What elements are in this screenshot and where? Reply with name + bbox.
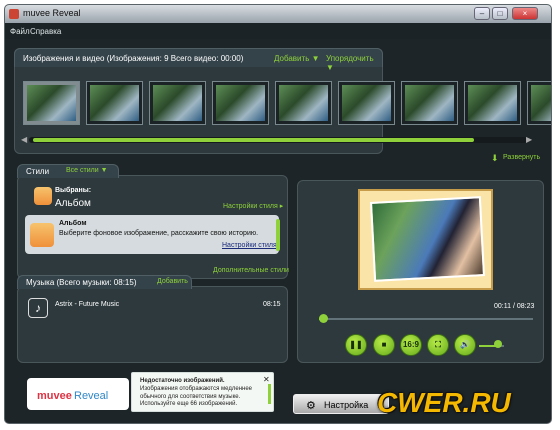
preview-frame	[358, 189, 493, 290]
album-title: Альбом	[59, 220, 87, 227]
thumbnail-image	[342, 85, 391, 121]
media-scrollbar[interactable]	[29, 137, 527, 143]
selected-style-icon	[34, 187, 52, 205]
media-thumbnail[interactable]	[212, 81, 269, 125]
music-title: Музыка (Всего музыки: 08:15)	[26, 278, 137, 287]
window-title: muvee Reveal	[23, 8, 81, 18]
menu-file[interactable]: Файл	[10, 27, 30, 36]
media-thumbnail[interactable]	[338, 81, 395, 125]
all-styles-dropdown[interactable]: Все стили ▼	[66, 167, 108, 174]
music-panel	[17, 286, 288, 363]
notice-text: Изображения отображаются медленнее обычн…	[140, 386, 252, 407]
logo-muvee: muvee	[37, 390, 72, 402]
media-thumbnail[interactable]	[527, 81, 551, 125]
thumbnail-image	[405, 85, 454, 121]
volume-icon[interactable]: 🔊	[454, 334, 476, 356]
notice-title: Недостаточно изображений.	[140, 378, 225, 384]
settings-icon: ⚙	[306, 400, 316, 412]
menu-bar: Файл Справка	[5, 23, 551, 39]
media-header: Изображения и видео (Изображения: 9 Всег…	[14, 48, 383, 72]
titlebar: muvee Reveal – □ ×	[5, 5, 551, 23]
album-desc: Выберите фоновое изображение, расскажите…	[59, 230, 259, 237]
pause-icon[interactable]: ❚❚	[345, 334, 367, 356]
maximize-icon[interactable]: □	[492, 7, 508, 20]
selected-style-name: Альбом	[55, 198, 91, 209]
media-thumbnail[interactable]	[275, 81, 332, 125]
notice-scrollbar[interactable]	[268, 384, 271, 404]
album-style-icon	[30, 223, 54, 247]
aspect-ratio-button[interactable]: 16:9	[400, 334, 422, 356]
preview-time: 00:11 / 08:23	[494, 303, 535, 310]
logo-reveal: Reveal	[74, 390, 109, 402]
expand-icon[interactable]: ⬇	[491, 153, 499, 164]
watermark: CWER.RU	[377, 387, 511, 418]
music-header: Музыка (Всего музыки: 08:15) Добавить	[17, 275, 192, 289]
thumbnail-image	[153, 85, 202, 121]
volume-knob[interactable]	[493, 340, 502, 348]
close-icon[interactable]: ×	[512, 7, 538, 20]
app-icon	[9, 9, 19, 19]
warning-notice: Недостаточно изображений. Изображения от…	[131, 372, 274, 412]
music-track-name: Astrix - Future Music	[55, 301, 120, 308]
menu-help[interactable]: Справка	[30, 27, 61, 36]
styles-header: Стили Все стили ▼	[17, 164, 119, 178]
add-media-button[interactable]: Добавить ▼	[274, 54, 320, 63]
add-music-button[interactable]: Добавить	[157, 278, 188, 285]
scroll-progress	[33, 138, 474, 142]
thumbnail-image	[90, 85, 139, 121]
sort-media-button[interactable]: Упорядочить ▼	[326, 54, 382, 72]
expand-button[interactable]: Развернуть	[503, 154, 540, 161]
thumbnail-image	[279, 85, 328, 121]
music-note-icon: ♪	[28, 298, 48, 318]
styles-title: Стили	[26, 167, 50, 176]
styles-scrollbar[interactable]	[276, 219, 280, 251]
style-settings-button[interactable]: Настройки стиля ▸	[223, 202, 283, 210]
music-track-duration: 08:15	[263, 301, 281, 308]
thumbnail-image	[216, 85, 265, 121]
media-title: Изображения и видео (Изображения: 9 Всег…	[23, 54, 244, 63]
media-thumbnail[interactable]	[149, 81, 206, 125]
settings-button[interactable]: ⚙ Настройка	[293, 394, 389, 414]
muvee-logo: muvee Reveal	[27, 378, 129, 410]
preview-photo	[369, 196, 486, 282]
notice-close-icon[interactable]: ✕	[263, 375, 270, 384]
minimize-icon[interactable]: –	[474, 7, 490, 20]
preview-timeline[interactable]	[319, 318, 533, 320]
media-thumbnail[interactable]	[401, 81, 458, 125]
media-thumbnail[interactable]	[464, 81, 521, 125]
media-thumbnail[interactable]	[86, 81, 143, 125]
album-settings-link[interactable]: Настройки стиля	[222, 242, 277, 249]
scroll-right-icon[interactable]: ▶	[526, 135, 532, 144]
fullscreen-icon[interactable]: ⛶	[427, 334, 449, 356]
selected-label: Выбраны:	[55, 187, 92, 194]
more-styles-button[interactable]: Дополнительные стили	[213, 267, 289, 274]
thumbnail-image	[468, 85, 517, 121]
thumbnail-image	[27, 85, 76, 121]
scroll-left-icon[interactable]: ◀	[21, 135, 27, 144]
style-album-row[interactable]: Альбом Выберите фоновое изображение, рас…	[25, 215, 279, 254]
main-window: muvee Reveal – □ × Файл Справка Изображе…	[4, 4, 552, 424]
media-thumbnail[interactable]	[23, 81, 80, 125]
thumbnail-image	[531, 85, 551, 121]
stop-icon[interactable]: ■	[373, 334, 395, 356]
settings-label: Настройка	[324, 400, 369, 410]
